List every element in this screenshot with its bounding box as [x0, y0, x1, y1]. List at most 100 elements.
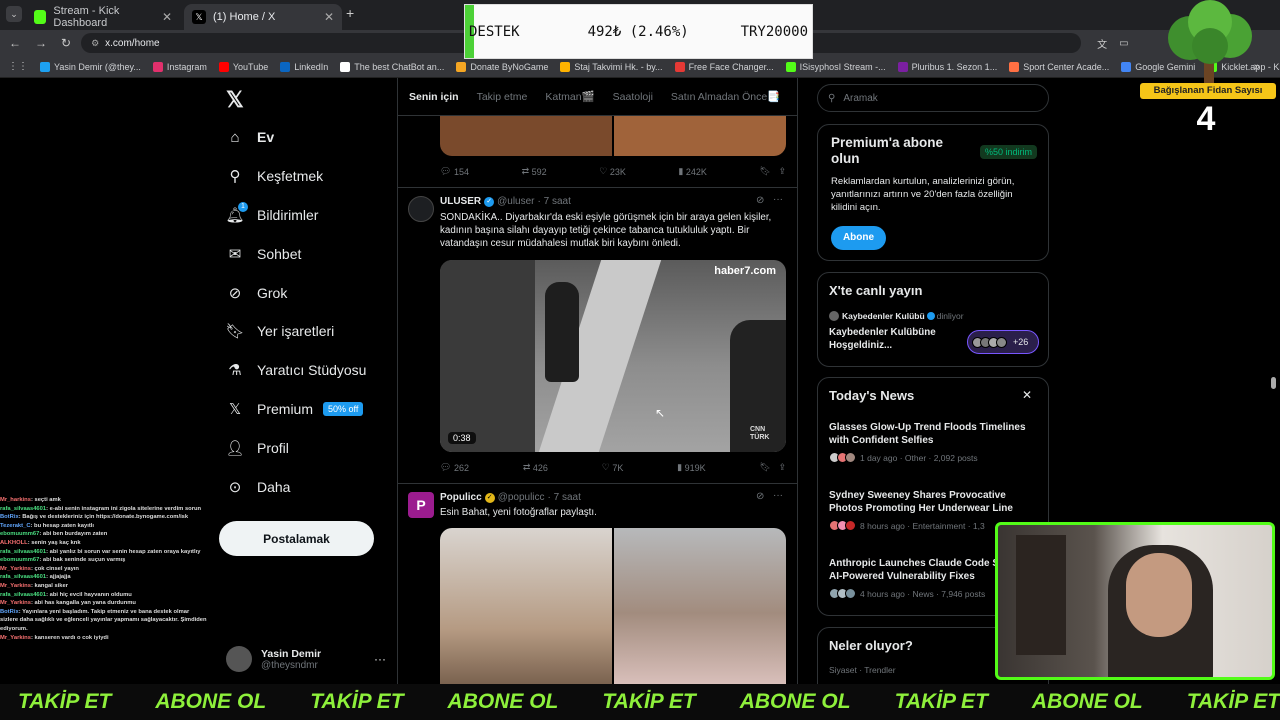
tweet-video[interactable]: haber7.com CNN TÜRK 0:38 ↖ [440, 260, 786, 452]
feed-tab[interactable]: Katman🎬 [545, 90, 594, 103]
nav-item-profil[interactable]: 👤︎ Profil [225, 439, 288, 457]
nav-item-ev[interactable]: ⌂ Ev [226, 128, 274, 146]
like-button[interactable]: ♡ 7K [602, 462, 624, 473]
tab-kick-dashboard[interactable]: Stream - Kick Dashboard ✕ [26, 4, 180, 30]
search-input[interactable]: ⚲ Aramak [817, 84, 1049, 112]
close-icon[interactable]: ✕ [162, 10, 172, 24]
chat-username[interactable]: Mr_Yarkins [0, 600, 31, 606]
bookmark-item[interactable]: Donate ByNoGame [456, 61, 548, 72]
account-switcher[interactable]: Yasin Demir @theysndmr ··· [226, 643, 386, 675]
bookmark-item[interactable]: Staj Takvimi Hk. - by... [560, 61, 663, 72]
tweet[interactable]: P Populicc ✓ @populicc · 7 saat ⊘ ··· Es… [398, 484, 797, 684]
chat-username[interactable]: Mr_Yarkins [0, 566, 31, 572]
chat-username[interactable]: ebomuumm67 [0, 531, 39, 537]
tweet[interactable]: ULUSER ✓ @uluser · 7 saat ⊘ ··· SONDAKİK… [398, 188, 797, 484]
donation-amount: 492₺ (2.46%) [587, 23, 689, 40]
bookmark-item[interactable]: YouTube [218, 61, 268, 72]
news-meta: 4 hours ago · News · 7,946 posts [860, 588, 986, 599]
chat-username[interactable]: Tezerakt_C [0, 523, 31, 529]
grok-icon[interactable]: ⊘ [756, 195, 764, 206]
cast-icon[interactable]: ▭ [1119, 38, 1128, 49]
views-button[interactable]: ▮ 919K [677, 462, 706, 473]
listeners-pill[interactable]: +26 [967, 330, 1039, 354]
bookmark-item[interactable]: Pluribus 1. Sezon 1... [897, 61, 997, 72]
repost-button[interactable]: ⇄ 592 [522, 166, 547, 177]
x-logo-icon[interactable]: 𝕏 [226, 87, 244, 113]
nav-item-daha[interactable]: ⊙ Daha [226, 478, 291, 496]
chat-username[interactable]: Mr_harkins [0, 497, 31, 503]
apps-icon[interactable]: ⋮⋮ [8, 61, 28, 72]
more-icon[interactable]: ··· [773, 490, 783, 501]
nav-item-keşfetmek[interactable]: ⚲ Keşfetmek [226, 167, 324, 185]
nav-item-premium[interactable]: 𝕏 Premium 50% off [226, 400, 364, 418]
chat-username[interactable]: rafa_silvaas4601 [0, 592, 46, 598]
site-info-icon[interactable]: ⚙ [91, 38, 99, 49]
feed-tab[interactable]: Senin için [409, 91, 459, 103]
feed-tab[interactable]: Satın Almadan Önce📑 [671, 90, 780, 103]
previous-tweet-media[interactable] [440, 116, 786, 156]
reply-button[interactable]: 💬︎ 262 [440, 462, 469, 473]
repost-button[interactable]: ⇄ 426 [523, 462, 548, 473]
bookmark-item[interactable]: Yasin Demir (@they... [40, 61, 141, 72]
bookmark-icon[interactable]: 🔖︎ [760, 462, 771, 473]
feed-tab[interactable]: Saatoloji [613, 91, 653, 103]
tweet-photo[interactable] [614, 528, 786, 684]
news-item[interactable]: Glasses Glow-Up Trend Floods Timelines w… [829, 421, 1034, 463]
bookmark-item[interactable]: ISisyphosI Stream -... [785, 61, 886, 72]
chat-username[interactable]: rafa_silvaas4601 [0, 574, 46, 580]
tweet-time[interactable]: · 7 saat [538, 196, 571, 207]
post-button[interactable]: Postalamak [219, 521, 374, 556]
chat-username[interactable]: BotRix [0, 609, 19, 615]
reply-button[interactable]: 💬︎ 154 [440, 166, 469, 177]
tab-search-button[interactable]: ⌄ [6, 6, 22, 22]
share-icon[interactable]: ⇪ [778, 166, 786, 177]
bookmark-item[interactable]: The best ChatBot an... [340, 61, 444, 72]
chat-username[interactable]: Mr_Yarkins [0, 635, 31, 641]
views-button[interactable]: ▮ 242K [678, 166, 707, 177]
nav-item-yer-işaretleri[interactable]: 🔖︎ Yer işaretleri [225, 322, 334, 340]
tweet-photos[interactable] [440, 528, 786, 684]
bookmark-item[interactable]: Free Face Changer... [674, 61, 774, 72]
close-icon[interactable]: ✕ [324, 10, 334, 24]
nav-item-grok[interactable]: ⊘ Grok [226, 284, 288, 302]
chat-username[interactable]: rafa_silvaas4601 [0, 549, 46, 555]
chat-username[interactable]: ALKHOLL [0, 540, 28, 546]
page-scrollbar[interactable] [1271, 377, 1276, 389]
close-icon[interactable]: ✕ [1022, 388, 1032, 402]
tweet-time[interactable]: · 7 saat [548, 492, 581, 503]
nav-item-sohbet[interactable]: ✉ Sohbet [226, 245, 302, 263]
tweet-author-name[interactable]: Populicc [440, 492, 482, 503]
bookmark-item[interactable]: Instagram [152, 61, 207, 72]
chat-username[interactable]: Mr_Yarkins [0, 583, 31, 589]
tweet-author-handle[interactable]: @populicc [498, 492, 545, 503]
reload-icon[interactable]: ↻ [61, 36, 71, 50]
more-icon[interactable]: ··· [773, 194, 783, 205]
chat-username[interactable]: BotRix [0, 514, 19, 520]
more-icon[interactable]: ··· [374, 652, 386, 666]
like-button[interactable]: ♡ 23K [599, 166, 626, 177]
nav-item-yaratıcı-stüdyosu[interactable]: ⚗ Yaratıcı Stüdyosu [226, 361, 366, 379]
nav-item-bildirimler[interactable]: 🔔︎ 1 Bildirimler [225, 202, 318, 224]
back-icon[interactable]: ← [9, 36, 21, 50]
live-text[interactable]: Kaybedenler Kulübüne Hoşgeldiniz... [829, 326, 969, 352]
bookmark-favicon-icon [1009, 61, 1020, 72]
tweet-author-name[interactable]: ULUSER [440, 196, 481, 207]
bookmark-icon[interactable]: 🔖︎ [760, 166, 771, 177]
chat-text: : çok cinsel yayın [30, 565, 79, 572]
grok-icon[interactable]: ⊘ [756, 491, 764, 502]
translate-icon[interactable]: 文 [1097, 36, 1107, 51]
chat-username[interactable]: ebomuumm67 [0, 557, 39, 563]
listener-count: +26 [1013, 337, 1029, 347]
forward-icon[interactable]: → [35, 36, 47, 50]
bookmark-item[interactable]: Sport Center Acade... [1009, 61, 1109, 72]
tweet-author-handle[interactable]: @uluser [497, 196, 534, 207]
bookmark-item[interactable]: LinkedIn [280, 61, 328, 72]
feed-tab[interactable]: Takip etme [477, 91, 528, 103]
live-host[interactable]: Kaybedenler Kulübü [842, 311, 925, 321]
tweet-photo[interactable] [440, 528, 612, 684]
chat-username[interactable]: rafa_silvaas4601 [0, 506, 46, 512]
tab-x-home[interactable]: 𝕏 (1) Home / X ✕ [184, 4, 342, 30]
share-icon[interactable]: ⇪ [778, 462, 786, 473]
new-tab-button[interactable]: + [346, 5, 354, 21]
subscribe-button[interactable]: Abone [831, 226, 886, 250]
